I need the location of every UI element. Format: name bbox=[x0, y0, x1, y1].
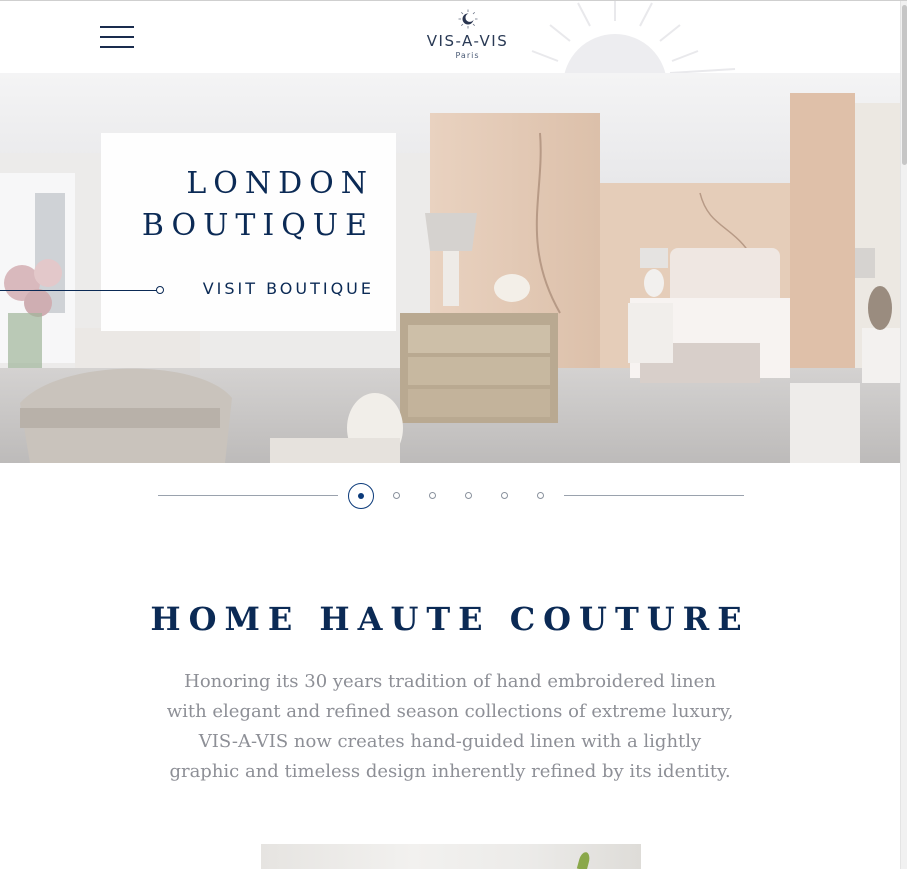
sun-moon-logo-icon bbox=[458, 9, 477, 29]
cta-connector-dot bbox=[156, 286, 164, 294]
section-description: Honoring its 30 years tradition of hand … bbox=[166, 671, 734, 782]
pager-dot[interactable] bbox=[429, 492, 436, 499]
page-scrollbar[interactable] bbox=[900, 1, 907, 869]
menu-bar bbox=[100, 36, 134, 38]
hero-title-line2: BOUTIQUE bbox=[141, 208, 374, 243]
pager-dot[interactable] bbox=[465, 492, 472, 499]
brand-logo[interactable]: VIS-A-VIS Paris bbox=[410, 9, 525, 69]
plant-leaf-decoration bbox=[576, 851, 592, 869]
pager-rule-right bbox=[564, 495, 744, 496]
scrollbar-thumb[interactable] bbox=[902, 5, 907, 165]
menu-bar bbox=[100, 26, 134, 28]
pager-dot[interactable] bbox=[393, 492, 400, 499]
hamburger-menu-icon[interactable] bbox=[100, 26, 134, 50]
section-title: HOME HAUTE COUTURE bbox=[150, 600, 750, 638]
pager-dot[interactable] bbox=[537, 492, 544, 499]
visit-boutique-link[interactable]: VISIT BOUTIQUE bbox=[203, 279, 374, 298]
pager-dot[interactable] bbox=[501, 492, 508, 499]
pager-dot-active[interactable] bbox=[348, 483, 374, 509]
sunburst-decoration-icon bbox=[531, 1, 736, 73]
site-header: VIS-A-VIS Paris bbox=[0, 1, 900, 73]
collection-preview-image[interactable] bbox=[261, 844, 641, 869]
hero-caption-card: LONDON BOUTIQUE VISIT BOUTIQUE bbox=[101, 133, 396, 331]
hero-title: LONDON BOUTIQUE bbox=[142, 163, 374, 247]
cta-connector-line bbox=[0, 290, 158, 291]
logo-city: Paris bbox=[455, 51, 480, 60]
slider-pagination bbox=[158, 480, 744, 510]
menu-bar bbox=[100, 46, 134, 48]
logo-name: VIS-A-VIS bbox=[426, 32, 509, 50]
hero-title-line1: LONDON bbox=[186, 166, 374, 201]
pager-rule-left bbox=[158, 495, 338, 496]
hero-slider[interactable]: LONDON BOUTIQUE VISIT BOUTIQUE bbox=[0, 73, 902, 463]
